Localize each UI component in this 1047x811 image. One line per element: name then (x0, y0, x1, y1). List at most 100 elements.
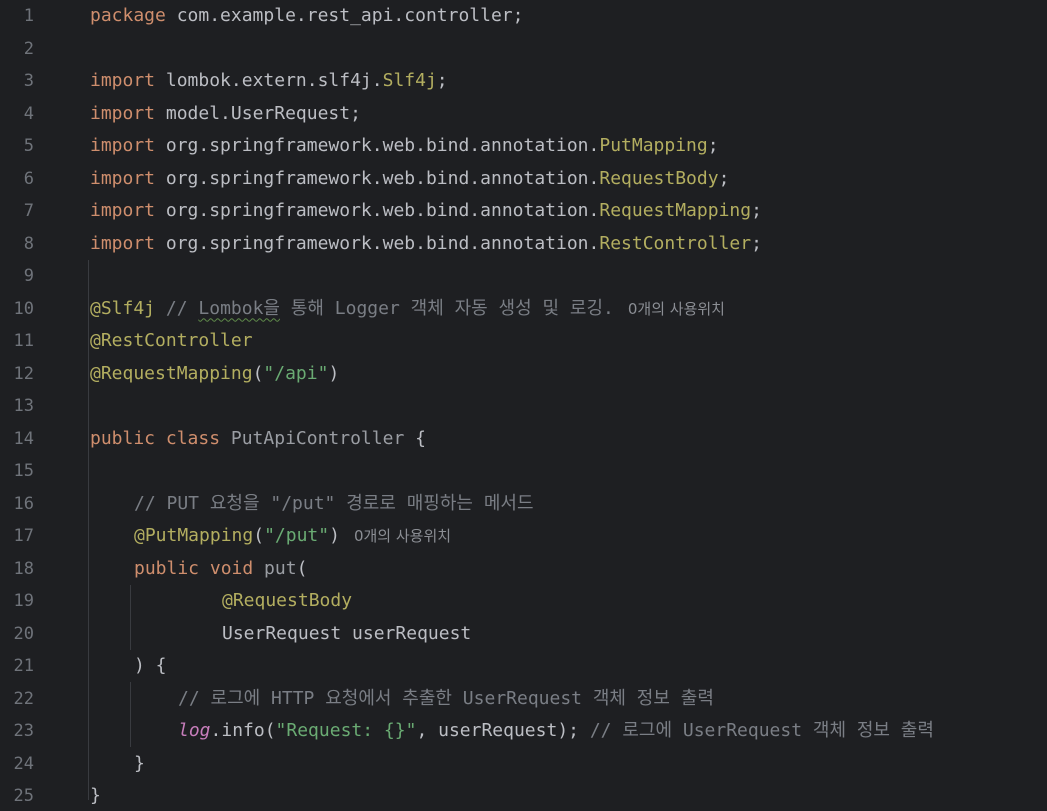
annotation: @PutMapping (134, 525, 254, 546)
keyword: import (90, 232, 156, 254)
line-number[interactable]: 20 (0, 618, 34, 651)
class-name: PutApiController (220, 427, 405, 449)
line-number[interactable]: 17 (0, 520, 34, 553)
paren-open: ( (296, 557, 308, 579)
line-number[interactable]: 5 (0, 130, 34, 163)
semicolon: ; (751, 200, 762, 221)
string-literal: "/put" (264, 525, 330, 546)
import-class: PutMapping (599, 135, 708, 156)
usage-hint[interactable]: 0개의 사용위치 (354, 527, 451, 545)
line-number[interactable]: 2 (0, 33, 34, 66)
import-class: RequestMapping (599, 200, 752, 221)
semicolon: ; (718, 167, 730, 189)
code-line-13[interactable] (90, 390, 1047, 423)
keyword: import (90, 200, 156, 221)
comment: 통해 Logger 객체 자동 생성 및 로깅. (279, 297, 614, 319)
line-number[interactable]: 25 (0, 780, 34, 811)
code-line-18[interactable]: public void put( (90, 553, 1047, 586)
annotation: @RequestMapping (90, 362, 253, 384)
code-line-1[interactable]: package com.example.rest_api.controller; (90, 0, 1047, 33)
code-line-9[interactable] (90, 260, 1047, 293)
line-number[interactable]: 14 (0, 423, 34, 456)
code-line-5[interactable]: import org.springframework.web.bind.anno… (90, 130, 1047, 163)
vertical-scrollbar[interactable] (1041, 0, 1047, 811)
code-line-14[interactable]: public class PutApiController { (90, 423, 1047, 456)
code-line-21[interactable]: ) { (90, 650, 1047, 683)
line-number[interactable]: 9 (0, 260, 34, 293)
line-number[interactable]: 22 (0, 683, 34, 716)
line-number[interactable]: 21 (0, 650, 34, 683)
line-number[interactable]: 15 (0, 455, 34, 488)
fold-gutter[interactable] (60, 0, 86, 811)
line-number[interactable]: 3 (0, 65, 34, 98)
annotation: @RestController (90, 330, 253, 351)
import-package: org.springframework.web.bind.annotation. (155, 200, 600, 221)
line-number[interactable]: 6 (0, 163, 34, 196)
line-number[interactable]: 23 (0, 715, 34, 748)
import-class: RequestBody (599, 167, 719, 189)
line-number[interactable]: 1 (0, 0, 34, 33)
line-number[interactable]: 11 (0, 325, 34, 358)
code-line-2[interactable] (90, 33, 1047, 66)
usage-hint[interactable]: 0개의 사용위치 (628, 300, 725, 318)
keyword: import (90, 167, 156, 189)
parameter: UserRequest userRequest (222, 622, 472, 644)
line-number[interactable]: 4 (0, 98, 34, 131)
call-args: , userRequest); (416, 720, 590, 741)
code-line-4[interactable]: import model.UserRequest; (90, 98, 1047, 131)
code-line-17[interactable]: @PutMapping("/put") 0개의 사용위치 (90, 520, 1047, 553)
code-line-20[interactable]: UserRequest userRequest (90, 618, 1047, 651)
paren-open: ( (252, 362, 264, 384)
semicolon: ; (436, 70, 448, 91)
line-number[interactable]: 16 (0, 488, 34, 521)
package-name: com.example.rest_api.controller; (165, 5, 524, 26)
string-literal: "Request: {}" (275, 720, 417, 741)
import-package: org.springframework.web.bind.annotation. (155, 232, 600, 254)
annotation: @Slf4j (90, 297, 156, 319)
code-line-8[interactable]: import org.springframework.web.bind.anno… (90, 228, 1047, 261)
code-line-16[interactable]: // PUT 요청을 "/put" 경로로 매핑하는 메서드 (90, 488, 1047, 521)
code-line-23[interactable]: log.info("Request: {}", userRequest); //… (90, 715, 1047, 748)
import-class: RestController (599, 232, 752, 254)
comment: // 로그에 HTTP 요청에서 추출한 UserRequest 객체 정보 출… (178, 687, 714, 709)
line-number[interactable]: 18 (0, 553, 34, 586)
line-number[interactable]: 19 (0, 585, 34, 618)
comment-typo: Lombok을 (198, 297, 280, 319)
keyword: package (90, 5, 166, 26)
code-line-11[interactable]: @RestController (90, 325, 1047, 358)
keyword: import (90, 102, 156, 124)
code-line-22[interactable]: // 로그에 HTTP 요청에서 추출한 UserRequest 객체 정보 출… (90, 683, 1047, 716)
code-line-10[interactable]: @Slf4j // Lombok을 통해 Logger 객체 자동 생성 및 로… (90, 293, 1047, 326)
import-path: model.UserRequest; (155, 102, 361, 124)
paren-close: ) (329, 525, 340, 546)
import-class: Slf4j (382, 70, 437, 91)
code-editor[interactable]: 1 2 3 4 5 6 7 8 9 10 11 12 13 14 15 16 17 18 19 20 21 22 23 24 2… (0, 0, 1047, 811)
brace-open: { (404, 427, 426, 449)
method-body-open: ) { (134, 655, 167, 676)
import-package: org.springframework.web.bind.annotation. (155, 167, 600, 189)
line-number[interactable]: 12 (0, 358, 34, 391)
line-number[interactable]: 7 (0, 195, 34, 228)
paren-open: ( (253, 525, 265, 546)
line-number[interactable]: 8 (0, 228, 34, 261)
code-line-12[interactable]: @RequestMapping("/api") (90, 358, 1047, 391)
import-package: org.springframework.web.bind.annotation. (155, 135, 600, 156)
code-line-15[interactable] (90, 455, 1047, 488)
code-line-25[interactable]: } (90, 780, 1047, 811)
code-line-6[interactable]: import org.springframework.web.bind.anno… (90, 163, 1047, 196)
import-package: lombok.extern.slf4j. (155, 70, 383, 91)
line-number[interactable]: 13 (0, 390, 34, 423)
line-number[interactable]: 24 (0, 748, 34, 781)
code-area[interactable]: package com.example.rest_api.controller;… (90, 0, 1047, 811)
comment: // PUT 요청을 "/put" 경로로 매핑하는 메서드 (134, 492, 534, 514)
indent-guide (88, 260, 89, 800)
method-body-close: } (134, 752, 145, 774)
code-line-3[interactable]: import lombok.extern.slf4j.Slf4j; (90, 65, 1047, 98)
line-number[interactable]: 10 (0, 293, 34, 326)
code-line-7[interactable]: import org.springframework.web.bind.anno… (90, 195, 1047, 228)
keyword: import (90, 70, 156, 91)
code-line-19[interactable]: @RequestBody (90, 585, 1047, 618)
keyword: public class (90, 427, 221, 449)
code-line-24[interactable]: } (90, 748, 1047, 781)
keyword: public void (134, 557, 254, 579)
